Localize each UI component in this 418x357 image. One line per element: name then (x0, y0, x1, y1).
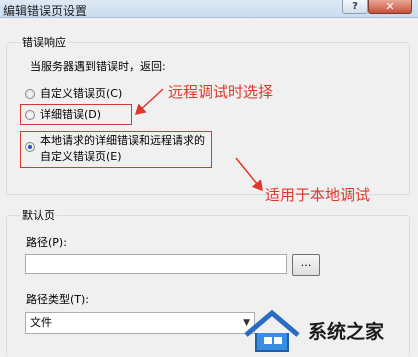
watermark-logo: 系统之家 (238, 301, 418, 357)
arrow-to-local-option (235, 157, 263, 192)
path-type-label: 路径类型(T): (26, 293, 90, 306)
arrow-to-detailed-error (134, 88, 164, 116)
path-label: 路径(P): (26, 236, 67, 249)
browse-button[interactable]: ... (292, 254, 320, 276)
path-input[interactable] (25, 254, 287, 274)
default-page-group-title: 默认页 (20, 207, 57, 223)
watermark-text: 系统之家 (308, 321, 385, 343)
path-type-value: 文件 (30, 316, 52, 329)
house-logo-icon (244, 309, 300, 352)
path-type-select[interactable]: 文件 ▼ (25, 312, 255, 334)
